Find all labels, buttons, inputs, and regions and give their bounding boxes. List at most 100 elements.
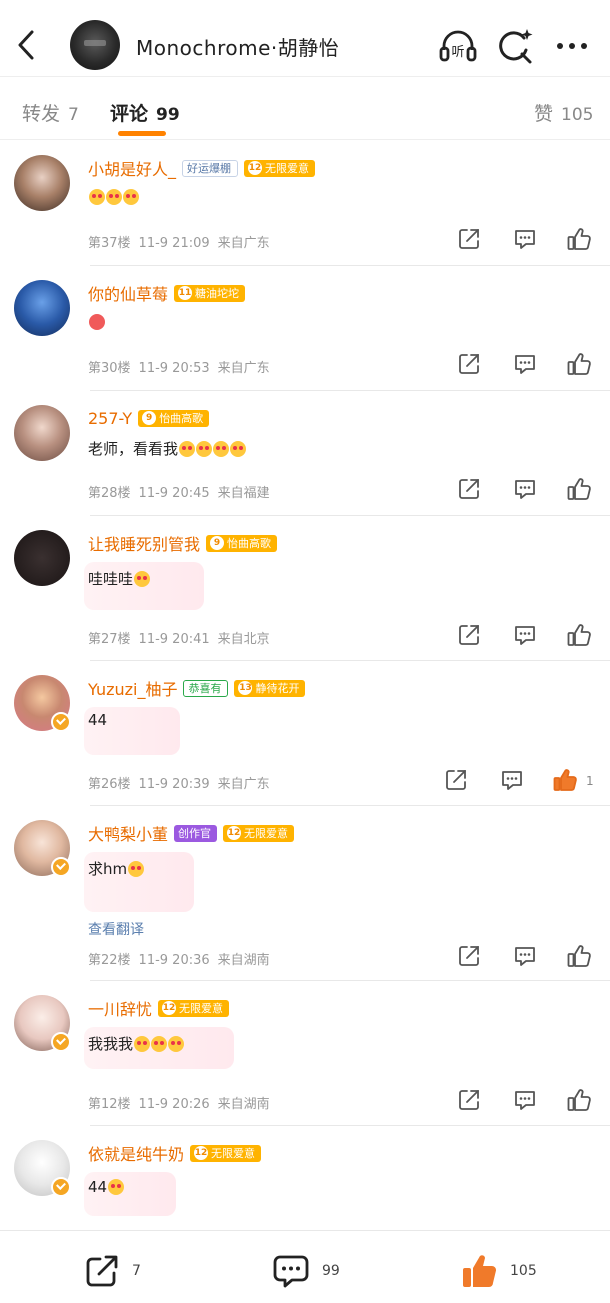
reply-icon[interactable] bbox=[512, 622, 538, 648]
comment-item[interactable]: 小胡是好人_ 好运爆棚 12 无限爱意 第37楼 11-9 21:09 来自广东 bbox=[0, 141, 610, 266]
ai-search-icon[interactable] bbox=[496, 26, 536, 66]
commenter-name[interactable]: 257-Y bbox=[88, 409, 132, 428]
commenter-name[interactable]: Yuzuzi_柚子 bbox=[88, 676, 177, 700]
emoji-icon bbox=[123, 189, 139, 205]
reply-icon[interactable] bbox=[499, 767, 525, 793]
like-thumb-icon[interactable] bbox=[566, 1087, 592, 1113]
badge-level: 12 bbox=[248, 161, 263, 175]
tab-likes[interactable]: 赞 105 bbox=[534, 99, 593, 126]
like-count: 105 bbox=[510, 1263, 537, 1279]
verified-badge-icon bbox=[51, 1177, 71, 1197]
back-arrow-icon[interactable] bbox=[12, 26, 42, 64]
fan-badge[interactable]: 9 怡曲高歌 bbox=[206, 534, 278, 552]
emoji-icon bbox=[196, 441, 213, 457]
comment-button[interactable]: 99 bbox=[272, 1253, 340, 1289]
fan-badge[interactable]: 13 静待花开 bbox=[234, 679, 306, 697]
meta-location: 来自广东 bbox=[217, 236, 270, 251]
comment-item[interactable]: 你的仙草莓 11 糖油坨坨 第30楼 11-9 20:53 来自广东 bbox=[0, 266, 610, 391]
commenter-avatar[interactable] bbox=[14, 405, 70, 461]
comment-share-icon[interactable] bbox=[456, 351, 482, 377]
translate-link[interactable]: 查看翻译 bbox=[88, 919, 144, 939]
repost-button[interactable]: 7 bbox=[84, 1253, 141, 1289]
active-tab-indicator bbox=[118, 131, 166, 136]
fan-badge[interactable]: 好运爆棚 bbox=[182, 159, 239, 177]
commenter-avatar[interactable] bbox=[14, 280, 70, 336]
comment-item[interactable]: 一川辞忧 12 无限爱意 我我我 第12楼 11-9 20:26 来自湖南 bbox=[0, 981, 610, 1126]
commenter-name[interactable]: 小胡是好人_ bbox=[88, 156, 176, 180]
comment-share-icon[interactable] bbox=[456, 943, 482, 969]
tab-bar: 转发 7 评论 99 赞 105 bbox=[0, 76, 610, 140]
fan-badge[interactable]: 创作官 bbox=[174, 824, 218, 842]
comment-meta: 第12楼 11-9 20:26 来自湖南 bbox=[88, 1093, 270, 1112]
fan-badge[interactable]: 恭喜有 bbox=[183, 679, 229, 697]
comment-item[interactable]: 257-Y 9 怡曲高歌 老师，看看我 第28楼 11-9 20:45 来自福建 bbox=[0, 391, 610, 516]
like-thumb-icon[interactable] bbox=[566, 226, 592, 252]
comment-share-icon[interactable] bbox=[456, 476, 482, 502]
commenter-name[interactable]: 让我睡死别管我 bbox=[88, 531, 200, 555]
comment-text bbox=[88, 188, 139, 206]
reply-icon[interactable] bbox=[512, 1087, 538, 1113]
comment-share-icon[interactable] bbox=[456, 226, 482, 252]
reply-icon[interactable] bbox=[512, 226, 538, 252]
comment-text-content: 44 bbox=[88, 1178, 108, 1196]
comment-text: 44 bbox=[88, 711, 107, 729]
like-thumb-icon[interactable] bbox=[566, 943, 592, 969]
comment-item[interactable]: 依就是纯牛奶 12 无限爱意 44 bbox=[0, 1126, 610, 1236]
emoji-icon bbox=[168, 1036, 185, 1052]
badge-level: 13 bbox=[238, 681, 253, 695]
comment-item[interactable]: Yuzuzi_柚子 恭喜有 13 静待花开 44 第26楼 11-9 20:39 来自广东 1 bbox=[0, 661, 610, 806]
comment-text: 老师，看看我 bbox=[88, 438, 247, 459]
reply-icon[interactable] bbox=[512, 351, 538, 377]
comment-share-icon[interactable] bbox=[456, 1087, 482, 1113]
comment-text-content: 哇哇哇 bbox=[88, 570, 134, 588]
meta-location: 来自福建 bbox=[217, 486, 270, 501]
badge-text: 恭喜有 bbox=[188, 682, 222, 695]
name-row: 小胡是好人_ 好运爆棚 12 无限爱意 bbox=[88, 156, 316, 180]
reply-icon[interactable] bbox=[512, 476, 538, 502]
commenter-name[interactable]: 你的仙草莓 bbox=[88, 281, 168, 305]
badge-text: 好运爆棚 bbox=[187, 162, 232, 175]
comment-item[interactable]: 让我睡死别管我 9 怡曲高歌 哇哇哇 第27楼 11-9 20:41 来自北京 bbox=[0, 516, 610, 661]
comment-text: 哇哇哇 bbox=[88, 568, 151, 589]
name-row: 一川辞忧 12 无限爱意 bbox=[88, 996, 230, 1020]
emoji-icon bbox=[89, 314, 105, 330]
bottom-action-bar: 7 99 105 bbox=[0, 1230, 610, 1303]
commenter-name[interactable]: 大鸭梨小董 bbox=[88, 821, 168, 845]
meta-location: 来自湖南 bbox=[217, 1097, 270, 1112]
comment-meta: 第26楼 11-9 20:39 来自广东 bbox=[88, 773, 270, 792]
comment-item[interactable]: 大鸭梨小董 创作官 12 无限爱意 求hm 查看翻译 第22楼 11-9 20:36 来自湖南 bbox=[0, 806, 610, 981]
emoji-icon bbox=[128, 861, 145, 877]
like-thumb-icon[interactable] bbox=[566, 476, 592, 502]
commenter-avatar[interactable] bbox=[14, 155, 70, 211]
reply-icon[interactable] bbox=[512, 943, 538, 969]
emoji-icon bbox=[213, 441, 230, 457]
author-avatar[interactable] bbox=[70, 20, 120, 70]
like-thumb-icon[interactable] bbox=[566, 622, 592, 648]
meta-floor: 第26楼 bbox=[88, 777, 131, 792]
like-button[interactable]: 105 bbox=[460, 1253, 537, 1289]
name-row: 你的仙草莓 11 糖油坨坨 bbox=[88, 281, 246, 305]
emoji-icon bbox=[89, 189, 105, 205]
comment-share-icon[interactable] bbox=[443, 767, 469, 793]
tab-repost[interactable]: 转发 7 bbox=[22, 99, 79, 126]
tab-comments[interactable]: 评论 99 bbox=[110, 99, 180, 126]
comment-share-icon[interactable] bbox=[456, 622, 482, 648]
author-name[interactable]: Monochrome·胡静怡 bbox=[136, 32, 339, 61]
commenter-avatar[interactable] bbox=[14, 530, 70, 586]
comment-text: 44 bbox=[88, 1178, 125, 1196]
fan-badge[interactable]: 12 无限爱意 bbox=[244, 159, 316, 177]
like-thumb-icon[interactable] bbox=[552, 767, 578, 793]
fan-badge[interactable]: 12 无限爱意 bbox=[158, 999, 230, 1017]
more-icon[interactable] bbox=[552, 26, 592, 66]
emoji-icon bbox=[134, 571, 151, 587]
meta-time: 11-9 20:53 bbox=[138, 361, 210, 376]
fan-badge[interactable]: 11 糖油坨坨 bbox=[174, 284, 246, 302]
listen-headphones-icon[interactable]: 听 bbox=[438, 26, 478, 66]
commenter-name[interactable]: 一川辞忧 bbox=[88, 996, 152, 1020]
fan-badge[interactable]: 12 无限爱意 bbox=[223, 824, 295, 842]
fan-badge[interactable]: 12 无限爱意 bbox=[190, 1144, 262, 1162]
meta-floor: 第30楼 bbox=[88, 361, 131, 376]
fan-badge[interactable]: 9 怡曲高歌 bbox=[138, 409, 210, 427]
like-thumb-icon[interactable] bbox=[566, 351, 592, 377]
commenter-name[interactable]: 依就是纯牛奶 bbox=[88, 1141, 184, 1165]
